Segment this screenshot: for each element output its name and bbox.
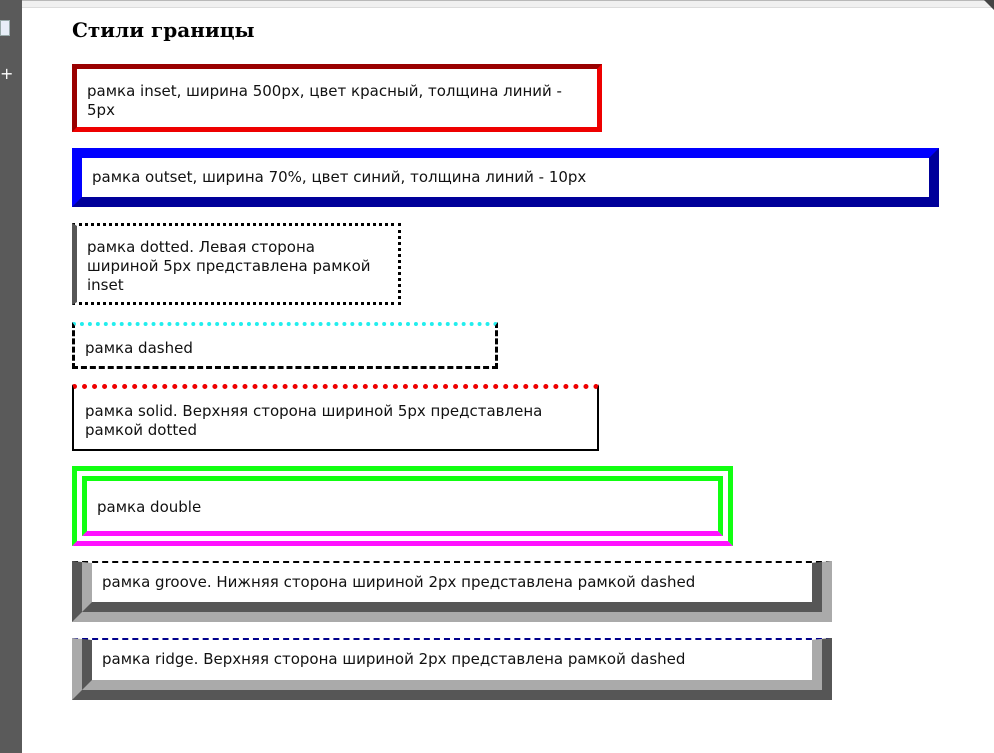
box-text: рамка solid. Верхняя сторона шириной 5px… xyxy=(85,402,543,439)
document-icon[interactable] xyxy=(0,20,10,36)
double-border-box: рамка double xyxy=(72,466,733,546)
outset-border-box: рамка outset, ширина 70%, цвет синий, то… xyxy=(72,148,939,207)
box-text: рамка double xyxy=(97,498,202,516)
corner-fold-icon xyxy=(984,0,994,10)
page-title: Стили границы xyxy=(72,18,255,42)
dotted-border-box: рамка dotted. Левая сторона шириной 5px … xyxy=(72,223,401,305)
inset-border-box: рамка inset, ширина 500px, цвет красный,… xyxy=(72,64,602,132)
groove-border-box: рамка groove. Нижняя сторона шириной 2px… xyxy=(72,561,832,622)
ridge-border-box: рамка ridge. Верхняя сторона шириной 2px… xyxy=(72,638,832,700)
solid-border-box: рамка solid. Верхняя сторона шириной 5px… xyxy=(72,384,599,451)
box-text: рамка ridge. Верхняя сторона шириной 2px… xyxy=(102,650,686,668)
box-text: рамка inset, ширина 500px, цвет красный,… xyxy=(87,82,562,119)
box-text: рамка groove. Нижняя сторона шириной 2px… xyxy=(102,573,696,591)
plus-icon[interactable]: + xyxy=(0,66,13,82)
dashed-border-box: рамка dashed xyxy=(72,322,498,369)
left-sidebar: + xyxy=(0,0,22,753)
box-text: рамка outset, ширина 70%, цвет синий, то… xyxy=(92,168,587,186)
window-top-edge xyxy=(22,0,994,8)
box-text: рамка dashed xyxy=(85,339,193,357)
box-text: рамка dotted. Левая сторона шириной 5px … xyxy=(87,238,371,294)
